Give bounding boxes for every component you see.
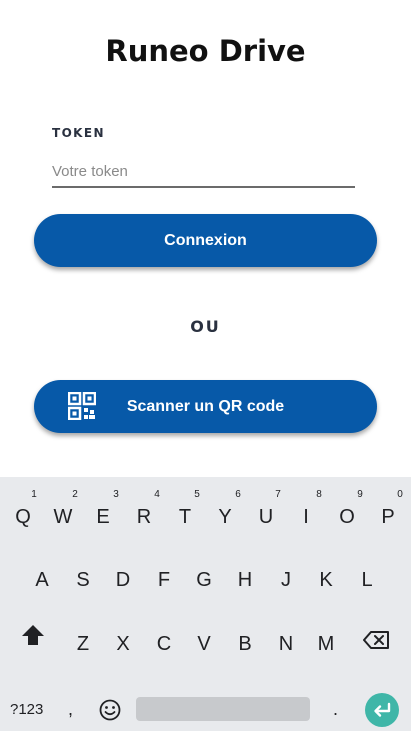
key-g[interactable]: G	[189, 569, 219, 592]
symbols-key[interactable]: ?123	[10, 701, 43, 718]
key-hint: 5	[194, 489, 200, 500]
key-hint: 1	[31, 489, 37, 500]
key-e[interactable]: E	[88, 506, 118, 529]
emoji-icon[interactable]	[99, 699, 121, 721]
key-x[interactable]: X	[108, 633, 138, 656]
key-a[interactable]: A	[27, 569, 57, 592]
key-o[interactable]: O	[332, 506, 362, 529]
backspace-icon[interactable]	[362, 630, 390, 650]
key-b[interactable]: B	[230, 633, 260, 656]
enter-key[interactable]	[365, 693, 399, 727]
key-hint: 8	[316, 489, 322, 500]
qr-code-icon	[68, 392, 96, 420]
key-d[interactable]: D	[108, 569, 138, 592]
key-p[interactable]: P	[373, 506, 403, 529]
key-hint: 7	[275, 489, 281, 500]
key-m[interactable]: M	[311, 633, 341, 656]
key-r[interactable]: R	[129, 506, 159, 529]
key-q[interactable]: Q	[8, 506, 38, 529]
key-h[interactable]: H	[230, 569, 260, 592]
key-k[interactable]: K	[311, 569, 341, 592]
key-l[interactable]: L	[352, 569, 382, 592]
key-v[interactable]: V	[189, 633, 219, 656]
scan-qr-button-label: Scanner un QR code	[126, 397, 285, 415]
enter-arrow-icon	[374, 702, 391, 717]
app-title: Runeo Drive	[105, 34, 306, 68]
key-i[interactable]: I	[291, 506, 321, 529]
key-j[interactable]: J	[271, 569, 301, 592]
key-s[interactable]: S	[68, 569, 98, 592]
key-hint: 0	[397, 489, 403, 500]
key-hint: 6	[235, 489, 241, 500]
soft-keyboard: 1 2 3 4 5 6 7 8 9 0 Q W E R T Y U I O P …	[0, 477, 411, 731]
token-label: TOKEN	[52, 126, 105, 140]
shift-icon[interactable]	[20, 623, 46, 647]
connect-button-label: Connexion	[164, 231, 247, 249]
key-c[interactable]: C	[149, 633, 179, 656]
key-z[interactable]: Z	[68, 633, 98, 656]
or-separator: OU	[190, 317, 221, 336]
period-key[interactable]: .	[333, 699, 338, 720]
comma-key[interactable]: ,	[68, 699, 73, 720]
key-w[interactable]: W	[48, 506, 78, 529]
key-hint: 9	[357, 489, 363, 500]
token-input[interactable]	[52, 156, 355, 188]
connect-button[interactable]: Connexion	[34, 214, 377, 267]
key-u[interactable]: U	[251, 506, 281, 529]
key-f[interactable]: F	[149, 569, 179, 592]
key-hint: 4	[154, 489, 160, 500]
key-y[interactable]: Y	[210, 506, 240, 529]
space-bar[interactable]	[136, 697, 310, 721]
key-n[interactable]: N	[271, 633, 301, 656]
key-t[interactable]: T	[170, 506, 200, 529]
scan-qr-button[interactable]: Scanner un QR code	[34, 380, 377, 433]
key-hint: 3	[113, 489, 119, 500]
key-hint: 2	[72, 489, 78, 500]
